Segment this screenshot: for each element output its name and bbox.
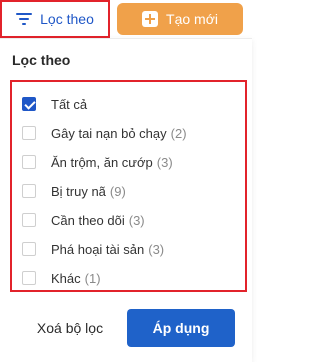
filter-options-list: Tất cả Gây tai nạn bỏ chạy (2) Ăn trộm, … bbox=[10, 80, 247, 292]
create-new-button[interactable]: Tạo mới bbox=[117, 3, 243, 35]
checkbox[interactable] bbox=[22, 271, 36, 285]
option-hit-and-run[interactable]: Gây tai nạn bỏ chạy (2) bbox=[22, 123, 187, 143]
option-count: (2) bbox=[170, 125, 187, 141]
option-label: Phá hoại tài sản bbox=[51, 241, 145, 257]
option-label: Gây tai nạn bỏ chạy bbox=[51, 125, 167, 141]
option-monitor[interactable]: Cần theo dõi (3) bbox=[22, 210, 145, 230]
panel-title: Lọc theo bbox=[12, 52, 71, 68]
checkbox[interactable] bbox=[22, 126, 36, 140]
option-theft-robbery[interactable]: Ăn trộm, ăn cướp (3) bbox=[22, 152, 173, 172]
checkbox[interactable] bbox=[22, 213, 36, 227]
option-all[interactable]: Tất cả bbox=[22, 94, 87, 114]
plus-icon bbox=[142, 11, 159, 27]
panel-footer: Xoá bộ lọc Áp dụng bbox=[0, 309, 252, 349]
option-count: (1) bbox=[84, 270, 101, 286]
checkbox[interactable] bbox=[22, 184, 36, 198]
filter-button[interactable]: Lọc theo bbox=[0, 0, 110, 38]
option-label: Tất cả bbox=[51, 96, 88, 112]
checkbox[interactable] bbox=[22, 155, 36, 169]
clear-filters-button[interactable]: Xoá bộ lọc bbox=[20, 309, 120, 347]
apply-button[interactable]: Áp dụng bbox=[127, 309, 235, 347]
option-label: Bị truy nã bbox=[51, 183, 106, 199]
create-new-label: Tạo mới bbox=[166, 11, 218, 27]
option-count: (3) bbox=[128, 212, 145, 228]
checkbox[interactable] bbox=[22, 242, 36, 256]
option-other[interactable]: Khác (1) bbox=[22, 268, 101, 288]
checkbox-checked[interactable] bbox=[22, 97, 36, 111]
option-count: (3) bbox=[148, 241, 165, 257]
filter-panel: Lọc theo Tất cả Gây tai nạn bỏ chạy (2) … bbox=[0, 38, 252, 362]
option-label: Khác bbox=[51, 270, 81, 286]
filter-button-label: Lọc theo bbox=[40, 11, 94, 27]
option-label: Ăn trộm, ăn cướp bbox=[51, 154, 153, 170]
option-count: (3) bbox=[156, 154, 173, 170]
option-wanted[interactable]: Bị truy nã (9) bbox=[22, 181, 126, 201]
option-label: Cần theo dõi bbox=[51, 212, 125, 228]
option-count: (9) bbox=[109, 183, 126, 199]
filter-icon bbox=[16, 13, 33, 25]
top-toolbar: Lọc theo Tạo mới bbox=[0, 0, 252, 38]
option-vandalism[interactable]: Phá hoại tài sản (3) bbox=[22, 239, 164, 259]
